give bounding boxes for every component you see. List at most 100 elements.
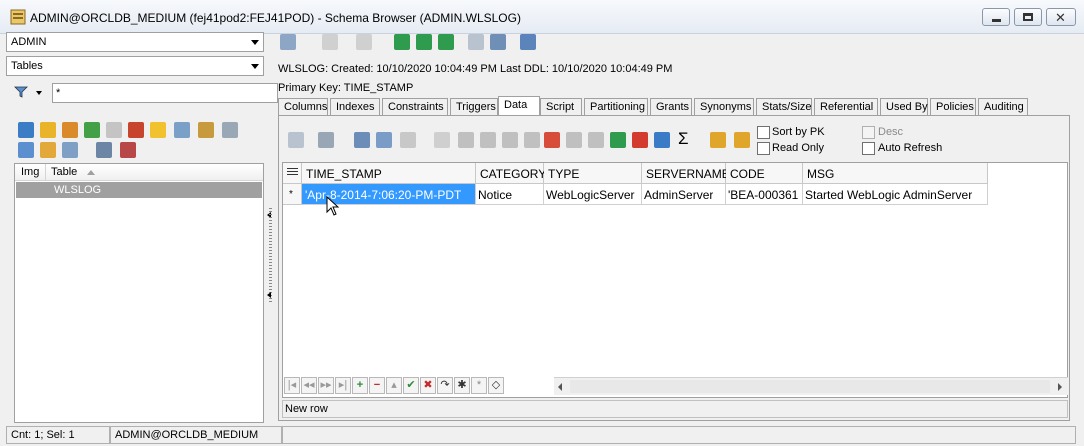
tab-auditing[interactable]: Auditing	[978, 98, 1028, 116]
tab-partitioning[interactable]: Partitioning	[584, 98, 648, 116]
single-record-icon[interactable]	[354, 132, 370, 148]
copy-icon[interactable]	[400, 132, 416, 148]
filter-icon[interactable]	[468, 34, 484, 50]
columns-icon[interactable]	[318, 132, 334, 148]
close-tab-icon[interactable]	[120, 142, 136, 158]
scroll-right-icon[interactable]	[1058, 383, 1062, 391]
filter-input[interactable]: *	[52, 83, 278, 103]
filter-icon[interactable]	[62, 142, 78, 158]
insert-record-icon[interactable]	[544, 132, 560, 148]
filter-icon[interactable]	[14, 86, 28, 98]
maximize-button[interactable]	[1014, 8, 1042, 26]
refresh-icon[interactable]	[394, 34, 410, 50]
cancel-edit-icon[interactable]	[632, 132, 648, 148]
view-options-icon[interactable]	[520, 34, 536, 50]
grid-cell-type[interactable]: WebLogicServer	[544, 184, 642, 205]
sync-icon[interactable]	[438, 34, 454, 50]
minimize-button[interactable]	[982, 8, 1010, 26]
column-header-category[interactable]: CATEGORY	[476, 163, 546, 184]
desc-checkbox[interactable]	[862, 126, 875, 139]
tab-script[interactable]: Script	[540, 98, 582, 116]
first-record-icon[interactable]	[458, 132, 474, 148]
tab-triggers[interactable]: Triggers	[450, 98, 498, 116]
nav-prior-button[interactable]: ◂◂	[301, 377, 317, 394]
edit-icon[interactable]	[62, 122, 78, 138]
nav-clear-button[interactable]: ◇	[488, 377, 504, 394]
favorites-icon[interactable]	[150, 122, 166, 138]
nav-insert-button[interactable]: +	[352, 377, 368, 394]
nav-post-button[interactable]: ✔	[403, 377, 419, 394]
schema-select[interactable]: ADMIN	[6, 32, 264, 52]
grid-corner[interactable]	[283, 163, 302, 184]
import-data-icon[interactable]	[734, 132, 750, 148]
nav-delete-button[interactable]: −	[369, 377, 385, 394]
close-button[interactable]: ✕	[1046, 8, 1076, 26]
nav-first-button[interactable]: |◂	[284, 377, 300, 394]
export-data-icon[interactable]	[710, 132, 726, 148]
nav-edit-button[interactable]: ▴	[386, 377, 402, 394]
object-type-select[interactable]: Tables	[6, 56, 264, 76]
refresh-all-icon[interactable]	[416, 34, 432, 50]
tab-stats-size[interactable]: Stats/Size	[756, 98, 812, 116]
column-header-type[interactable]: TYPE	[544, 163, 642, 184]
hierarchy-icon[interactable]	[174, 122, 190, 138]
prior-record-icon[interactable]	[480, 132, 496, 148]
tab-constraints[interactable]: Constraints	[382, 98, 448, 116]
nav-refresh-button[interactable]: ↷	[437, 377, 453, 394]
drop-icon[interactable]	[128, 122, 144, 138]
filter-icon[interactable]	[288, 132, 304, 148]
column-header-servername[interactable]: SERVERNAME	[642, 163, 730, 184]
columns-icon[interactable]	[40, 142, 56, 158]
tree-col-table[interactable]: Table	[51, 166, 77, 178]
nav-apply-button[interactable]: ✱	[454, 377, 470, 394]
nav-next-button[interactable]: ▸▸	[318, 377, 334, 394]
grid-view-icon[interactable]	[376, 132, 392, 148]
data-grid[interactable]: TIME_STAMP CATEGORY TYPE SERVERNAME CODE…	[282, 162, 1068, 398]
cancel-query-icon[interactable]	[434, 132, 450, 148]
grid-cell-msg[interactable]: Started WebLogic AdminServer	[803, 184, 988, 205]
tab-indexes[interactable]: Indexes	[330, 98, 380, 116]
connection-icon[interactable]	[280, 34, 296, 50]
refresh-icon[interactable]	[18, 122, 34, 138]
column-header-msg[interactable]: MSG	[803, 163, 988, 184]
edit-record-icon[interactable]	[588, 132, 604, 148]
grid-cell-category[interactable]: Notice	[476, 184, 544, 205]
tab-synonyms[interactable]: Synonyms	[694, 98, 754, 116]
read-only-checkbox[interactable]	[757, 142, 770, 155]
export-icon[interactable]	[84, 122, 100, 138]
compile-icon[interactable]	[198, 122, 214, 138]
splitter[interactable]	[266, 30, 274, 424]
new-object-icon[interactable]	[40, 122, 56, 138]
grid-cell-servername[interactable]: AdminServer	[642, 184, 726, 205]
back-arrow-icon[interactable]	[322, 34, 338, 50]
row-indicator[interactable]: *	[283, 184, 302, 205]
tree-col-img[interactable]: Img	[21, 166, 39, 178]
forward-arrow-icon[interactable]	[356, 34, 372, 50]
collapse-left-icon[interactable]	[267, 292, 271, 298]
column-header-code[interactable]: CODE	[726, 163, 803, 184]
filter-dropdown-icon[interactable]	[36, 91, 42, 95]
tree-row[interactable]: WLSLOG	[16, 182, 262, 198]
report-icon[interactable]	[96, 142, 112, 158]
tab-used-by[interactable]: Used By	[880, 98, 928, 116]
refresh-data-icon[interactable]	[654, 132, 670, 148]
grid-cell-code[interactable]: 'BEA-000361	[726, 184, 803, 205]
grid-icon[interactable]	[18, 142, 34, 158]
list-icon[interactable]	[490, 34, 506, 50]
horizontal-scrollbar[interactable]	[554, 377, 1068, 395]
object-tree[interactable]: Img Table WLSLOG	[14, 163, 264, 423]
abbreviate-icon[interactable]	[222, 122, 238, 138]
tab-referential[interactable]: Referential	[814, 98, 878, 116]
tab-policies[interactable]: Policies	[930, 98, 976, 116]
tab-grants[interactable]: Grants	[650, 98, 692, 116]
last-record-icon[interactable]	[524, 132, 540, 148]
nav-last-button[interactable]: ▸|	[335, 377, 351, 394]
delete-record-icon[interactable]	[566, 132, 582, 148]
splitter-grip[interactable]	[269, 208, 272, 304]
sum-icon[interactable]: Σ	[678, 129, 689, 149]
auto-refresh-checkbox[interactable]	[862, 142, 875, 155]
tab-data[interactable]: Data	[498, 96, 540, 116]
nav-cancel-button[interactable]: ✖	[420, 377, 436, 394]
sql-icon[interactable]	[106, 122, 122, 138]
scroll-track[interactable]	[570, 380, 1050, 393]
